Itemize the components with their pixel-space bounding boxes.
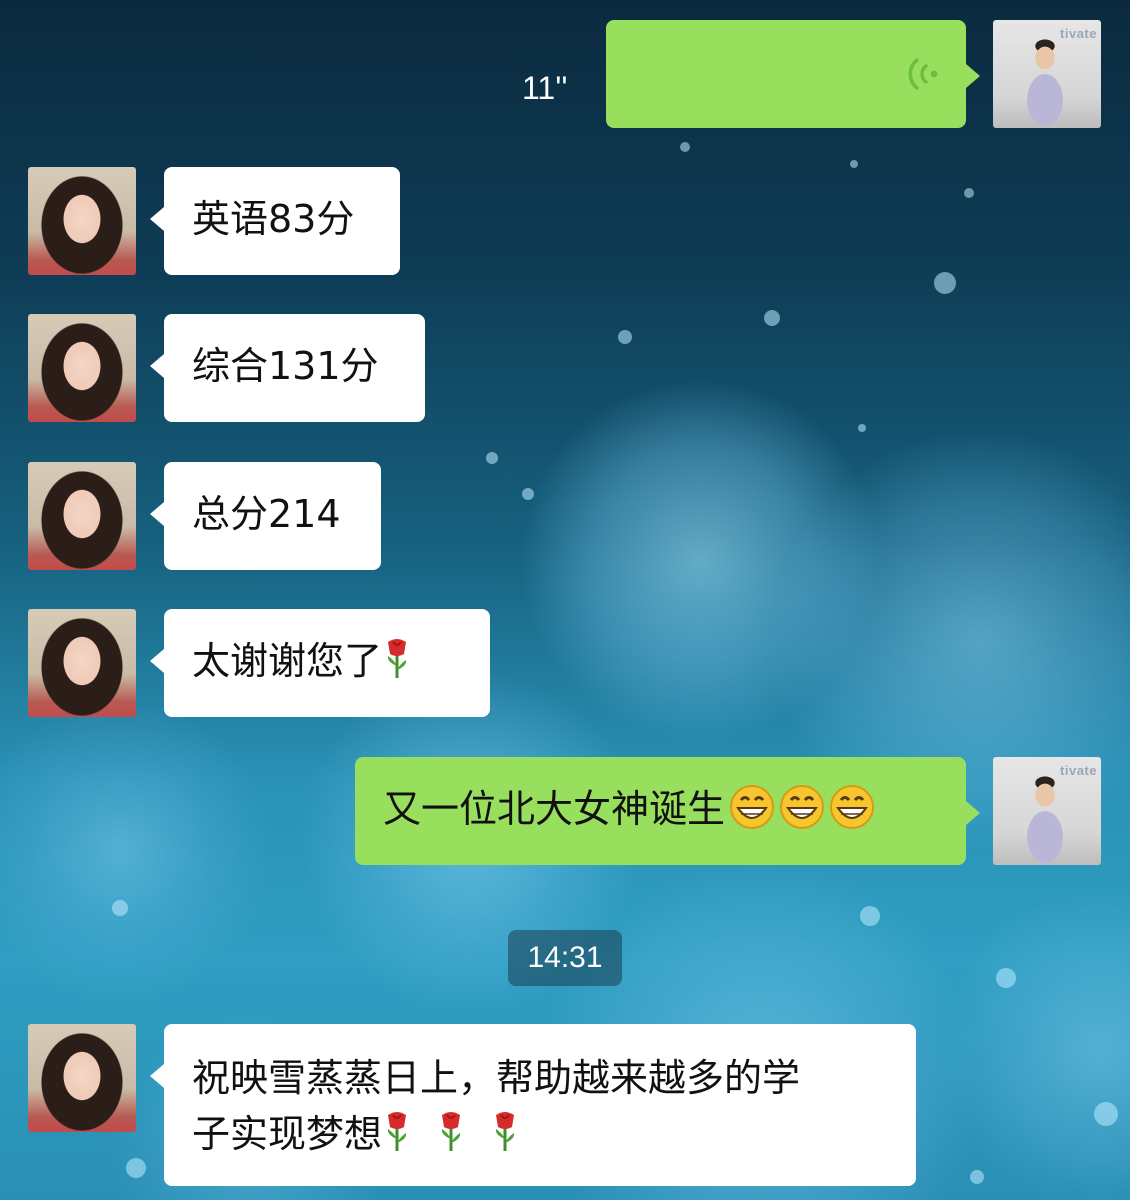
text-message-bubble[interactable]: 英语83分 [150,167,400,275]
text-message-bubble[interactable]: 祝映雪蒸蒸日上，帮助越来越多的学 子实现梦想 [150,1024,916,1186]
bokeh-dot [860,906,880,926]
bokeh-dot [618,330,632,344]
self-avatar[interactable]: tivate [993,20,1101,128]
chat-timestamp: 14:31 [508,930,622,986]
contact-avatar[interactable] [28,167,136,275]
message-text: 太谢谢您了 [192,639,383,683]
bokeh-dot [964,188,974,198]
bokeh-dot [112,900,128,916]
message-text: 又一位北大女神诞生 [383,787,726,831]
text-message-bubble[interactable]: 总分214 [150,462,381,570]
self-avatar[interactable]: tivate [993,757,1101,865]
bokeh-dot [680,142,690,152]
bokeh-dot [486,452,498,464]
bokeh-dot [934,272,956,294]
text-message-bubble[interactable]: 综合131分 [150,314,425,422]
bokeh-dot [996,968,1016,988]
bokeh-dot [522,488,534,500]
message-text: 总分214 [192,492,341,536]
bokeh-dot [850,160,858,168]
contact-avatar[interactable] [28,314,136,422]
bokeh-dot [126,1158,146,1178]
grin-emoji-icon [830,785,875,829]
message-text: 子实现梦想 [192,1112,383,1156]
voice-message-bubble[interactable] [606,20,980,128]
text-message-bubble[interactable]: 又一位北大女神诞生 [355,757,980,865]
message-text: 英语83分 [192,197,355,241]
grin-emoji-icon [780,785,825,829]
voice-duration: 11'' [522,70,568,106]
rose-emoji-icon [495,1112,515,1151]
bokeh-dot [764,310,780,326]
voice-wave-icon [908,58,938,90]
rose-emoji-icon [387,1112,407,1151]
rose-emoji-icon [441,1112,461,1151]
bokeh-dot [1094,1102,1118,1126]
rose-emoji-icon [387,639,407,678]
text-message-bubble[interactable]: 太谢谢您了 [150,609,490,717]
contact-avatar[interactable] [28,609,136,717]
bokeh-dot [970,1170,984,1184]
bokeh-dot [858,424,866,432]
message-text: 综合131分 [192,344,379,388]
avatar-brand-text: tivate [1060,26,1097,41]
message-text-line: 祝映雪蒸蒸日上，帮助越来越多的学 [192,1056,801,1100]
avatar-brand-text: tivate [1060,763,1097,778]
message-text-line: 子实现梦想 [192,1106,916,1162]
grin-emoji-icon [730,785,775,829]
contact-avatar[interactable] [28,1024,136,1132]
contact-avatar[interactable] [28,462,136,570]
